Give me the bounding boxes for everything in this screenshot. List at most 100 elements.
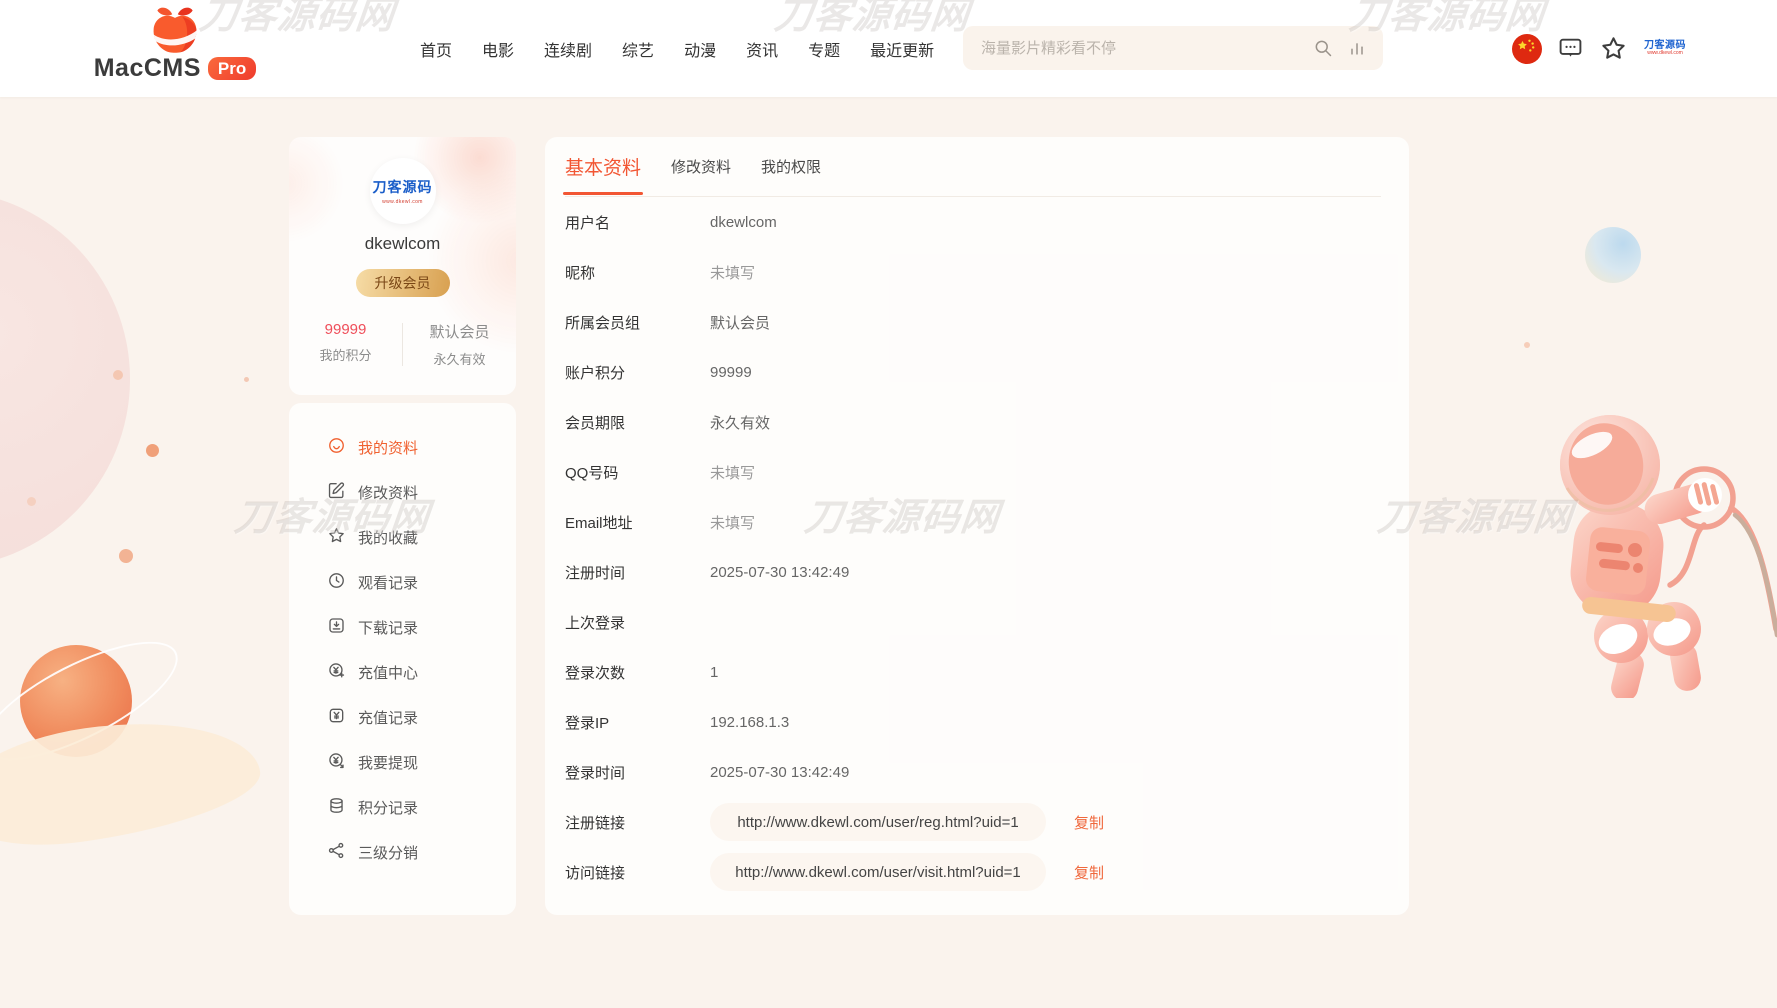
detail-label: 登录时间 bbox=[565, 762, 710, 783]
sidebar-item-label: 我的收藏 bbox=[358, 527, 418, 548]
download-icon bbox=[327, 616, 346, 639]
detail-label: QQ号码 bbox=[565, 462, 710, 483]
dkewl-logo-url: www.dkewl.com bbox=[1643, 51, 1687, 57]
nav-item-3[interactable]: 综艺 bbox=[622, 37, 654, 61]
tab-2[interactable]: 我的权限 bbox=[761, 156, 821, 177]
sidebar-item-label: 下载记录 bbox=[358, 617, 418, 638]
nav-item-1[interactable]: 电影 bbox=[482, 37, 514, 61]
sidebar-item-4[interactable]: 下载记录 bbox=[289, 605, 516, 650]
recharge-center-icon bbox=[327, 661, 346, 684]
membership-value: 默认会员 bbox=[403, 321, 516, 342]
detail-label: 所属会员组 bbox=[565, 312, 710, 333]
detail-value: 2025-07-30 13:42:49 bbox=[710, 764, 849, 781]
points-record-icon bbox=[327, 796, 346, 819]
detail-row: 登录时间2025-07-30 13:42:49 bbox=[545, 747, 1409, 797]
detail-row: QQ号码未填写 bbox=[545, 447, 1409, 497]
detail-label: 账户积分 bbox=[565, 362, 710, 383]
ranking-icon[interactable] bbox=[1347, 38, 1367, 58]
watermark-text: 刀客源码网 bbox=[222, 998, 423, 1008]
detail-row: 注册时间2025-07-30 13:42:49 bbox=[545, 547, 1409, 597]
edit-icon bbox=[327, 481, 346, 504]
sidebar-item-2[interactable]: 我的收藏 bbox=[289, 515, 516, 560]
detail-label: 昵称 bbox=[565, 262, 710, 283]
avatar-logo-text: 刀客源码 bbox=[373, 177, 433, 197]
watermark-text: 刀客源码网 bbox=[792, 998, 993, 1008]
search-input[interactable] bbox=[979, 39, 1299, 58]
dkewl-logo[interactable]: 刀客源码 www.dkewl.com bbox=[1643, 40, 1687, 57]
detail-label: Email地址 bbox=[565, 512, 710, 533]
detail-row: 注册链接http://www.dkewl.com/user/reg.html?u… bbox=[545, 797, 1409, 847]
site-logo[interactable]: MacCMS Pro bbox=[100, 4, 250, 83]
membership-label: 永久有效 bbox=[403, 349, 516, 368]
sidebar-item-label: 修改资料 bbox=[358, 482, 418, 503]
sidebar-item-label: 我要提现 bbox=[358, 752, 418, 773]
detail-value: 99999 bbox=[710, 364, 752, 381]
detail-row: 用户名dkewlcom bbox=[545, 197, 1409, 247]
copy-button[interactable]: 复制 bbox=[1074, 862, 1104, 883]
sidebar-item-8[interactable]: 积分记录 bbox=[289, 785, 516, 830]
messages-icon[interactable] bbox=[1557, 35, 1584, 62]
detail-row: 所属会员组默认会员 bbox=[545, 297, 1409, 347]
nav-item-4[interactable]: 动漫 bbox=[684, 37, 716, 61]
points-value: 99999 bbox=[289, 321, 402, 338]
detail-value: 永久有效 bbox=[710, 412, 770, 433]
upgrade-member-button[interactable]: 升级会员 bbox=[356, 269, 450, 297]
star-icon bbox=[327, 526, 346, 549]
sidebar-item-label: 充值记录 bbox=[358, 707, 418, 728]
nav-item-0[interactable]: 首页 bbox=[420, 37, 452, 61]
avatar[interactable]: 刀客源码 www.dkewl.com bbox=[370, 158, 436, 224]
blue-planet-decoration bbox=[1585, 227, 1641, 283]
detail-label: 注册时间 bbox=[565, 562, 710, 583]
profile-stats: 99999 我的积分 默认会员 永久有效 bbox=[289, 321, 516, 368]
nav-item-6[interactable]: 专题 bbox=[808, 37, 840, 61]
watermark-text: 刀客源码网 bbox=[1367, 998, 1568, 1008]
brand-name: MacCMS bbox=[94, 54, 201, 83]
sidebar-item-0[interactable]: 我的资料 bbox=[289, 425, 516, 470]
sidebar-item-1[interactable]: 修改资料 bbox=[289, 470, 516, 515]
withdraw-icon bbox=[327, 751, 346, 774]
detail-label: 会员期限 bbox=[565, 412, 710, 433]
profile-card: 刀客源码 www.dkewl.com dkewlcom 升级会员 99999 我… bbox=[289, 137, 516, 395]
detail-row: 上次登录 bbox=[545, 597, 1409, 647]
nav-item-7[interactable]: 最近更新 bbox=[870, 37, 934, 61]
china-flag-icon[interactable] bbox=[1512, 34, 1542, 64]
apple-logo-icon bbox=[145, 4, 205, 56]
watch-history-icon bbox=[327, 571, 346, 594]
pro-badge: Pro bbox=[208, 57, 256, 80]
profile-smile-icon bbox=[327, 436, 346, 459]
points-label: 我的积分 bbox=[289, 345, 402, 364]
username: dkewlcom bbox=[289, 234, 516, 254]
sidebar-item-label: 观看记录 bbox=[358, 572, 418, 593]
nav-item-5[interactable]: 资讯 bbox=[746, 37, 778, 61]
header-actions: 刀客源码 www.dkewl.com bbox=[1512, 0, 1687, 97]
profile-tabs: 基本资料 修改资料 我的权限 bbox=[565, 137, 1381, 197]
detail-value: 1 bbox=[710, 664, 718, 681]
link-field[interactable]: http://www.dkewl.com/user/reg.html?uid=1 bbox=[710, 803, 1046, 841]
sidebar-item-6[interactable]: 充值记录 bbox=[289, 695, 516, 740]
search-icon[interactable] bbox=[1313, 38, 1333, 58]
sidebar-item-9[interactable]: 三级分销 bbox=[289, 830, 516, 875]
detail-value: 未填写 bbox=[710, 462, 755, 483]
sidebar-item-3[interactable]: 观看记录 bbox=[289, 560, 516, 605]
detail-row: 登录次数1 bbox=[545, 647, 1409, 697]
sidebar-item-7[interactable]: 我要提现 bbox=[289, 740, 516, 785]
copy-button[interactable]: 复制 bbox=[1074, 812, 1104, 833]
link-field[interactable]: http://www.dkewl.com/user/visit.html?uid… bbox=[710, 853, 1046, 891]
detail-row: 账户积分99999 bbox=[545, 347, 1409, 397]
detail-row: Email地址未填写 bbox=[545, 497, 1409, 547]
detail-row: 昵称未填写 bbox=[545, 247, 1409, 297]
detail-row: 会员期限永久有效 bbox=[545, 397, 1409, 447]
tab-0[interactable]: 基本资料 bbox=[565, 153, 641, 180]
detail-value: 2025-07-30 13:42:49 bbox=[710, 564, 849, 581]
user-center-menu: 我的资料修改资料我的收藏观看记录下载记录充值中心充值记录我要提现积分记录三级分销 bbox=[289, 403, 516, 915]
sidebar-item-5[interactable]: 充值中心 bbox=[289, 650, 516, 695]
profile-detail-card: 基本资料修改资料我的权限 用户名dkewlcom昵称未填写所属会员组默认会员账户… bbox=[545, 137, 1409, 915]
tab-1[interactable]: 修改资料 bbox=[671, 156, 731, 177]
detail-label: 上次登录 bbox=[565, 612, 710, 633]
astronaut-illustration bbox=[1522, 403, 1777, 698]
detail-rows: 用户名dkewlcom昵称未填写所属会员组默认会员账户积分99999会员期限永久… bbox=[545, 197, 1409, 897]
share-icon bbox=[327, 841, 346, 864]
favorites-icon[interactable] bbox=[1599, 34, 1628, 63]
detail-label: 访问链接 bbox=[565, 862, 710, 883]
nav-item-2[interactable]: 连续剧 bbox=[544, 37, 592, 61]
